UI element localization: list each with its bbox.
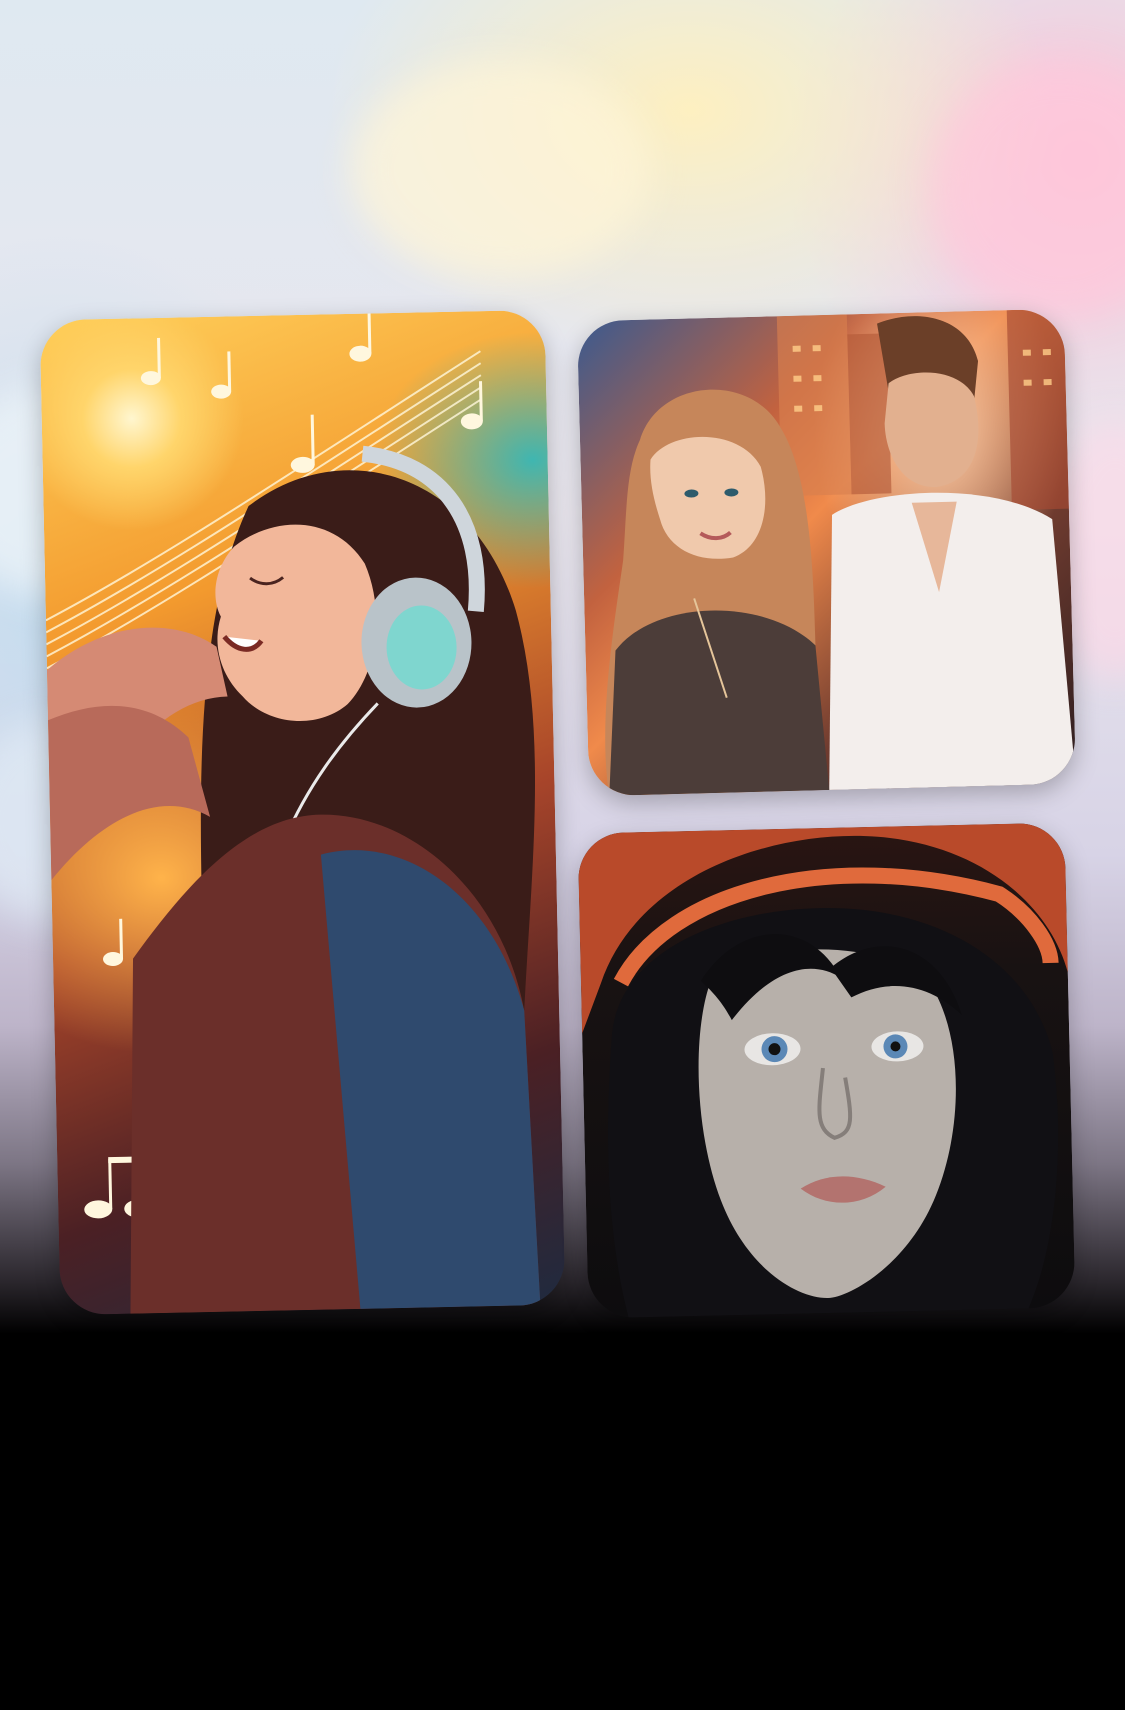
cloud-decoration	[350, 60, 650, 280]
hooded-girl-card[interactable]	[577, 822, 1076, 1319]
promo-screen	[0, 0, 1125, 1710]
music-girl-card[interactable]	[39, 309, 566, 1316]
hooded-girl-illustration	[577, 822, 1068, 1318]
cloud-decoration	[930, 60, 1125, 320]
couple-card[interactable]	[576, 308, 1077, 797]
music-girl-illustration	[45, 313, 541, 1314]
couple-illustration	[605, 308, 1077, 796]
